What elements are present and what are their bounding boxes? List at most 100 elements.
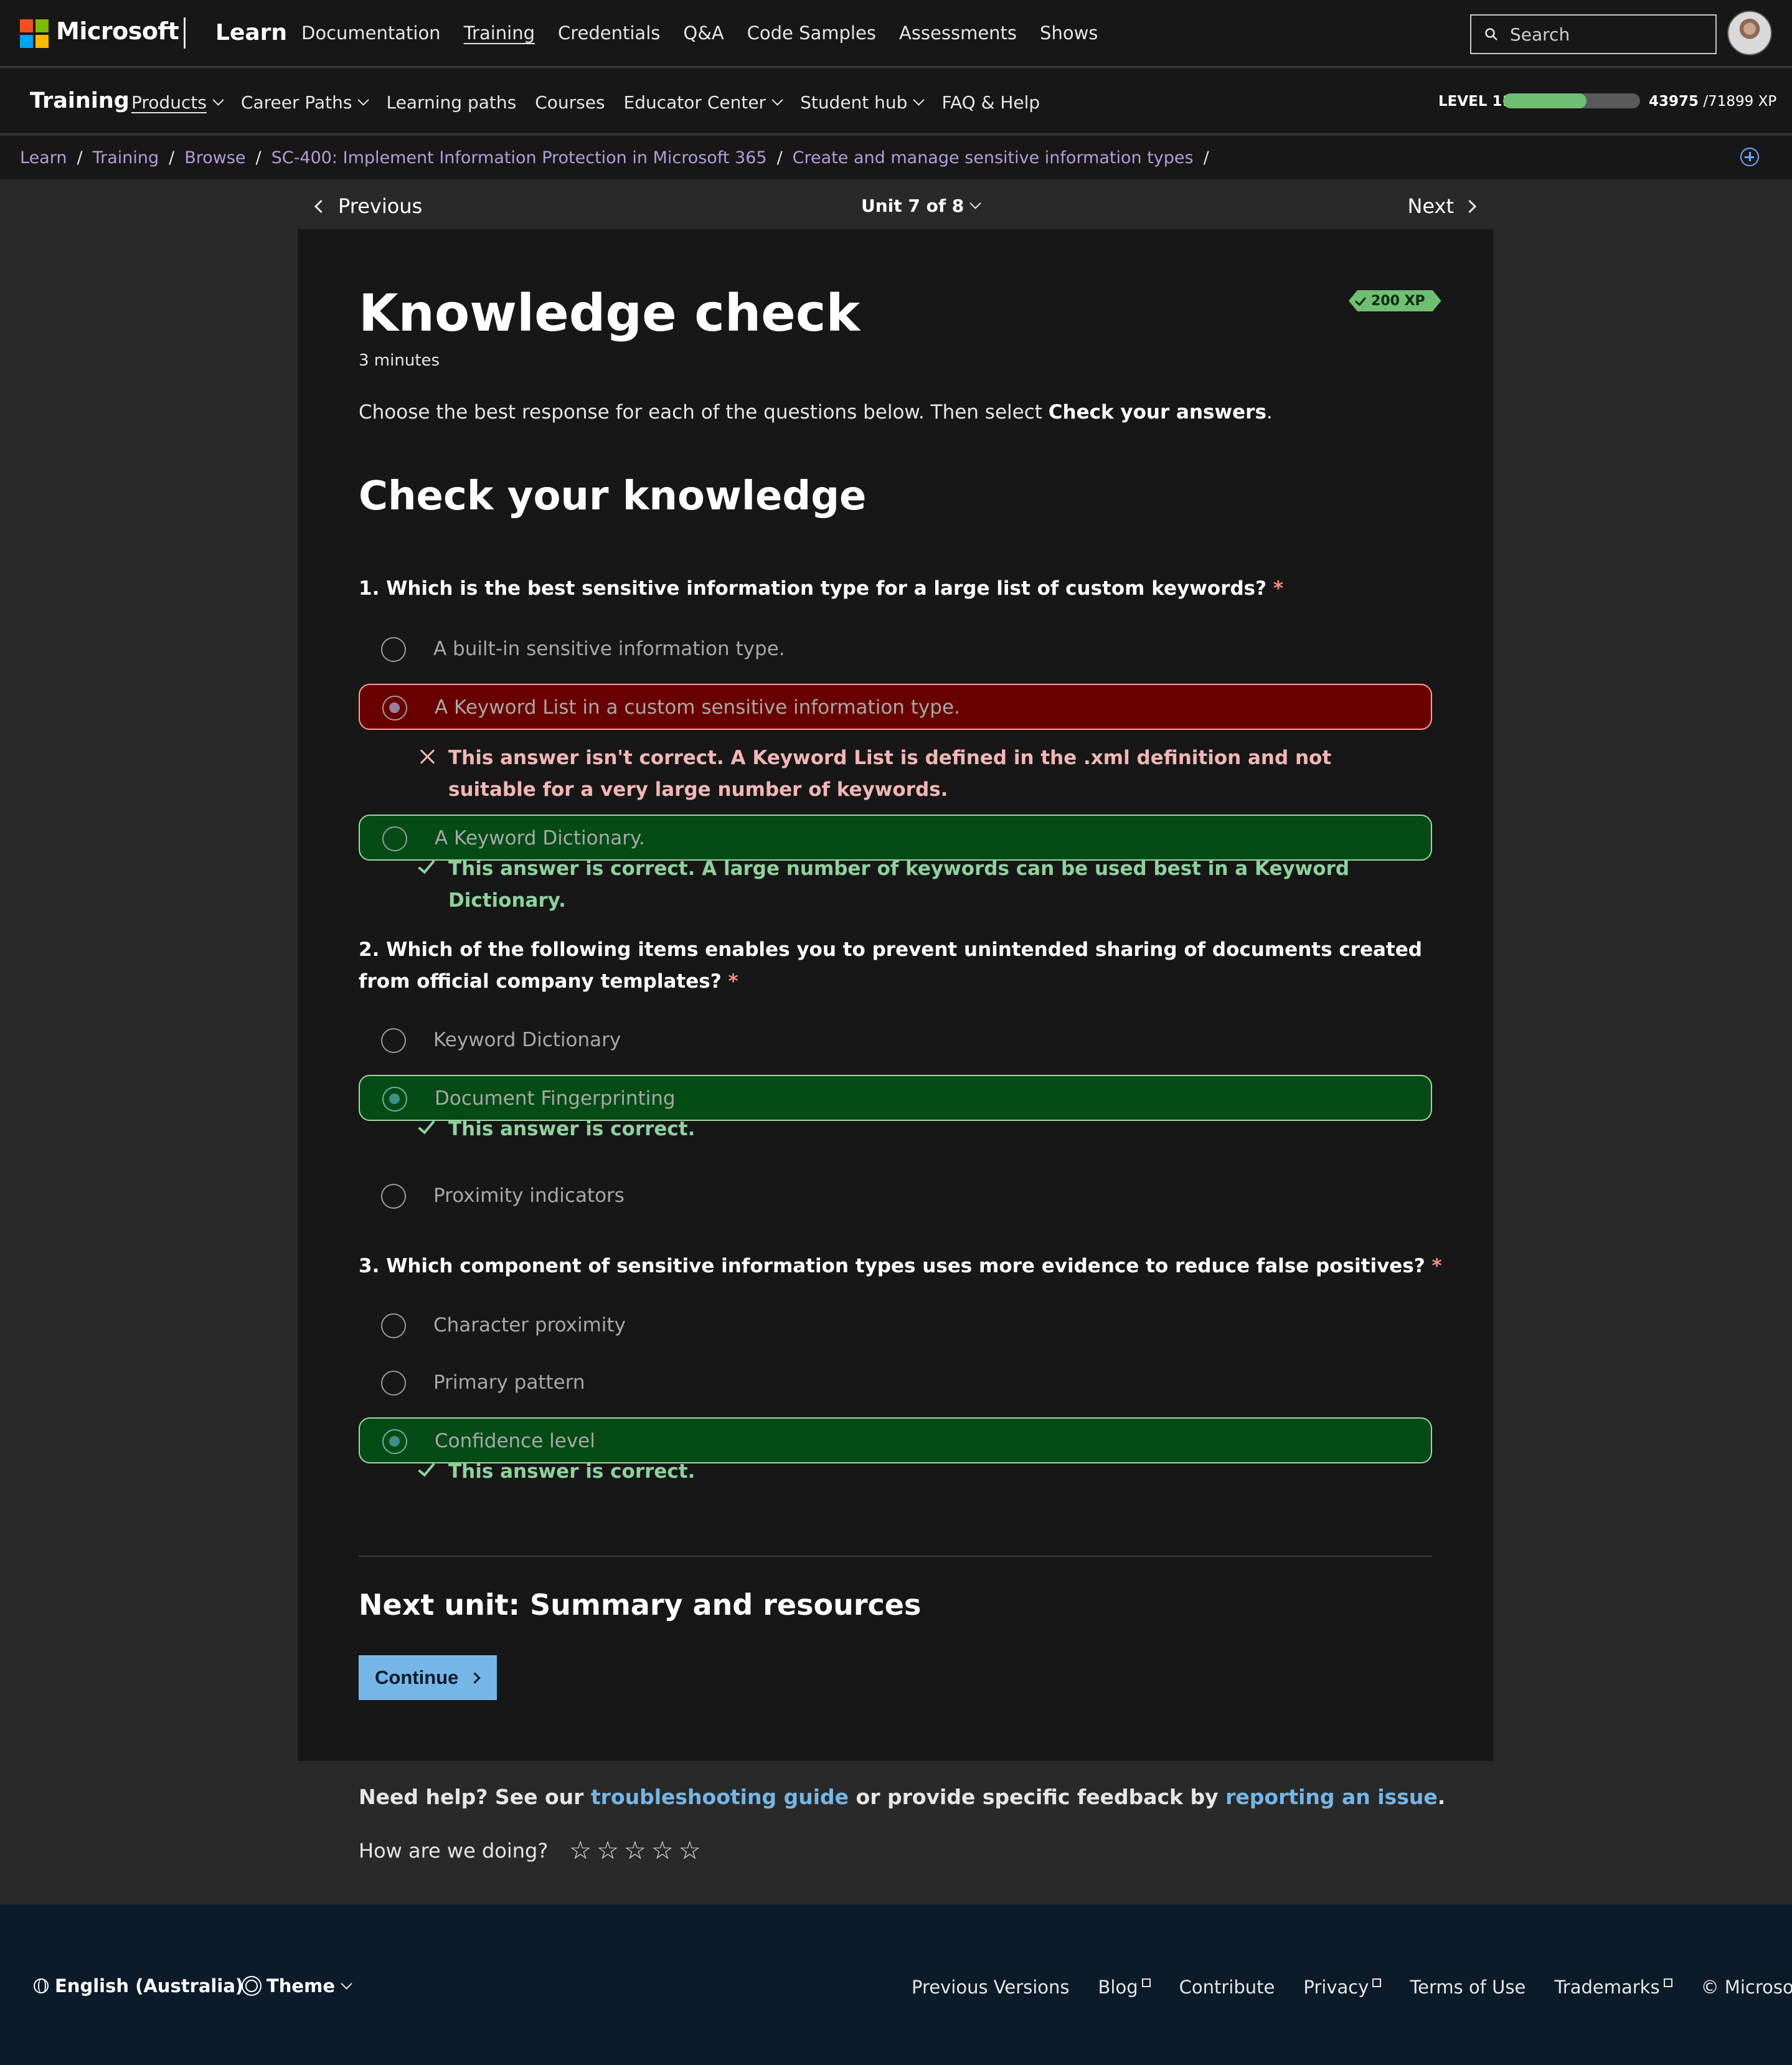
previous-unit-button[interactable]: Previous — [314, 194, 423, 218]
top-nav-assessments[interactable]: Assessments — [899, 22, 1017, 44]
rating: How are we doing? ☆ ☆ ☆ ☆ ☆ — [359, 1838, 706, 1863]
search-icon — [1485, 28, 1497, 40]
option-label: Character proximity — [433, 1314, 626, 1336]
required-marker: * — [1273, 577, 1284, 600]
training-title[interactable]: Training — [30, 88, 130, 113]
star-icon[interactable]: ☆ — [597, 1838, 619, 1863]
question-text: 3. Which component of sensitive informat… — [359, 1255, 1425, 1277]
unit-selector[interactable]: Unit 7 of 8 — [861, 196, 981, 216]
top-nav-documentation[interactable]: Documentation — [301, 22, 441, 44]
top-nav-credentials[interactable]: Credentials — [558, 22, 660, 44]
q3-option-2[interactable]: Primary pattern — [359, 1360, 1432, 1406]
star-icon[interactable]: ☆ — [624, 1838, 646, 1863]
section-title: Check your knowledge — [359, 473, 867, 519]
breadcrumb-course[interactable]: SC-400: Implement Information Protection… — [271, 148, 767, 168]
training-nav-career-paths[interactable]: Career Paths — [241, 92, 370, 113]
top-nav-shows[interactable]: Shows — [1040, 22, 1098, 44]
breadcrumb-training[interactable]: Training — [93, 148, 159, 168]
breadcrumb-separator: / — [77, 148, 83, 168]
q3-option-1[interactable]: Character proximity — [359, 1303, 1432, 1349]
microsoft-logo-icon[interactable] — [20, 19, 49, 48]
xp-current: 43975 — [1649, 93, 1699, 110]
next-unit-button[interactable]: Next — [1407, 194, 1477, 218]
footer: English (Australia) Theme Previous Versi… — [0, 1904, 1792, 2065]
q1-option-1[interactable]: A built-in sensitive information type. — [359, 626, 1432, 673]
instructions: Choose the best response for each of the… — [359, 401, 1273, 423]
footer-link-terms[interactable]: Terms of Use — [1410, 1977, 1526, 1998]
radio-button[interactable] — [381, 1184, 406, 1209]
footer-link-label: Blog — [1098, 1977, 1138, 1998]
xp-badge: 200 XP — [1349, 290, 1441, 311]
breadcrumb-separator: / — [1203, 148, 1209, 168]
feedback-text: This answer isn't correct. A Keyword Lis… — [448, 747, 1332, 801]
external-link-icon — [1663, 1978, 1672, 1987]
star-icon[interactable]: ☆ — [569, 1838, 592, 1863]
previous-label: Previous — [338, 194, 423, 218]
theme-selector[interactable]: Theme — [245, 1975, 352, 1996]
footer-link-privacy[interactable]: Privacy — [1303, 1977, 1382, 1998]
globe-icon — [34, 1978, 49, 1993]
star-icon[interactable]: ☆ — [651, 1838, 674, 1863]
footer-link-trademarks[interactable]: Trademarks — [1554, 1977, 1672, 1998]
xp-readout: 43975 /71899 XP — [1649, 93, 1776, 110]
training-nav: Products Career Paths Learning paths Cou… — [131, 92, 1059, 113]
footer-link-label: Trademarks — [1554, 1977, 1660, 1998]
search-input[interactable] — [1510, 24, 1709, 45]
q2-option-1[interactable]: Keyword Dictionary — [359, 1018, 1432, 1064]
add-collection-icon[interactable] — [1740, 148, 1759, 166]
radio-button[interactable] — [382, 1087, 407, 1112]
option-label: A built-in sensitive information type. — [433, 638, 785, 660]
star-icon[interactable]: ☆ — [679, 1838, 701, 1863]
search-box[interactable] — [1470, 14, 1717, 54]
troubleshooting-guide-link[interactable]: troubleshooting guide — [591, 1785, 849, 1809]
training-navigation-bar: Training Products Career Paths Learning … — [0, 69, 1792, 135]
footer-link-contribute[interactable]: Contribute — [1179, 1977, 1275, 1998]
language-label: English (Australia) — [55, 1975, 244, 1996]
training-nav-learning-paths[interactable]: Learning paths — [386, 92, 516, 113]
user-avatar[interactable] — [1727, 11, 1772, 55]
radio-button[interactable] — [382, 826, 407, 851]
option-label: Primary pattern — [433, 1371, 585, 1394]
chevron-down-icon — [357, 94, 370, 106]
continue-button[interactable]: Continue — [359, 1655, 497, 1700]
radio-button[interactable] — [381, 1371, 406, 1396]
training-nav-educator-center[interactable]: Educator Center — [624, 92, 783, 113]
language-selector[interactable]: English (Australia) — [34, 1975, 243, 1996]
breadcrumb-learn[interactable]: Learn — [20, 148, 67, 168]
training-nav-student-hub[interactable]: Student hub — [800, 92, 925, 113]
brand-name[interactable]: Microsoft — [56, 17, 179, 45]
top-navigation-bar: Microsoft Learn Documentation Training C… — [0, 0, 1792, 67]
radio-button[interactable] — [382, 1429, 407, 1454]
breadcrumb-separator: / — [255, 148, 262, 168]
help-suffix: . — [1437, 1785, 1446, 1809]
footer-link-blog[interactable]: Blog — [1098, 1977, 1151, 1998]
top-nav-code-samples[interactable]: Code Samples — [747, 22, 876, 44]
product-name[interactable]: Learn — [215, 20, 287, 45]
footer-link-label: Terms of Use — [1410, 1977, 1526, 1998]
breadcrumb-browse[interactable]: Browse — [184, 148, 245, 168]
radio-button[interactable] — [382, 696, 407, 721]
training-nav-products[interactable]: Products — [131, 92, 224, 113]
theme-label: Theme — [266, 1975, 335, 1996]
xp-badge-label: 200 XP — [1371, 293, 1425, 309]
top-nav-qa[interactable]: Q&A — [683, 22, 724, 44]
top-nav-training[interactable]: Training — [464, 22, 535, 44]
radio-button[interactable] — [381, 1028, 406, 1053]
training-nav-faq-help[interactable]: FAQ & Help — [941, 92, 1040, 113]
training-nav-courses[interactable]: Courses — [535, 92, 605, 113]
q1-feedback-correct: This answer is correct. A large number o… — [418, 853, 1420, 917]
question-1: 1. Which is the best sensitive informati… — [359, 573, 1442, 605]
breadcrumb-module[interactable]: Create and manage sensitive information … — [793, 148, 1194, 168]
chevron-left-icon — [314, 199, 328, 213]
chevron-down-icon — [341, 1977, 352, 1990]
feedback-text: This answer is correct. A large number o… — [448, 858, 1350, 912]
user-level[interactable]: LEVEL 11 — [1438, 93, 1512, 110]
feedback-text: This answer is correct. — [448, 1460, 696, 1483]
unit-label: Unit 7 of 8 — [861, 196, 964, 216]
radio-button[interactable] — [381, 637, 406, 662]
radio-button[interactable] — [381, 1313, 406, 1338]
q1-option-2[interactable]: A Keyword List in a custom sensitive inf… — [359, 684, 1432, 730]
q2-option-3[interactable]: Proximity indicators — [359, 1173, 1432, 1219]
report-issue-link[interactable]: reporting an issue — [1225, 1785, 1438, 1809]
footer-link-previous-versions[interactable]: Previous Versions — [912, 1977, 1070, 1998]
